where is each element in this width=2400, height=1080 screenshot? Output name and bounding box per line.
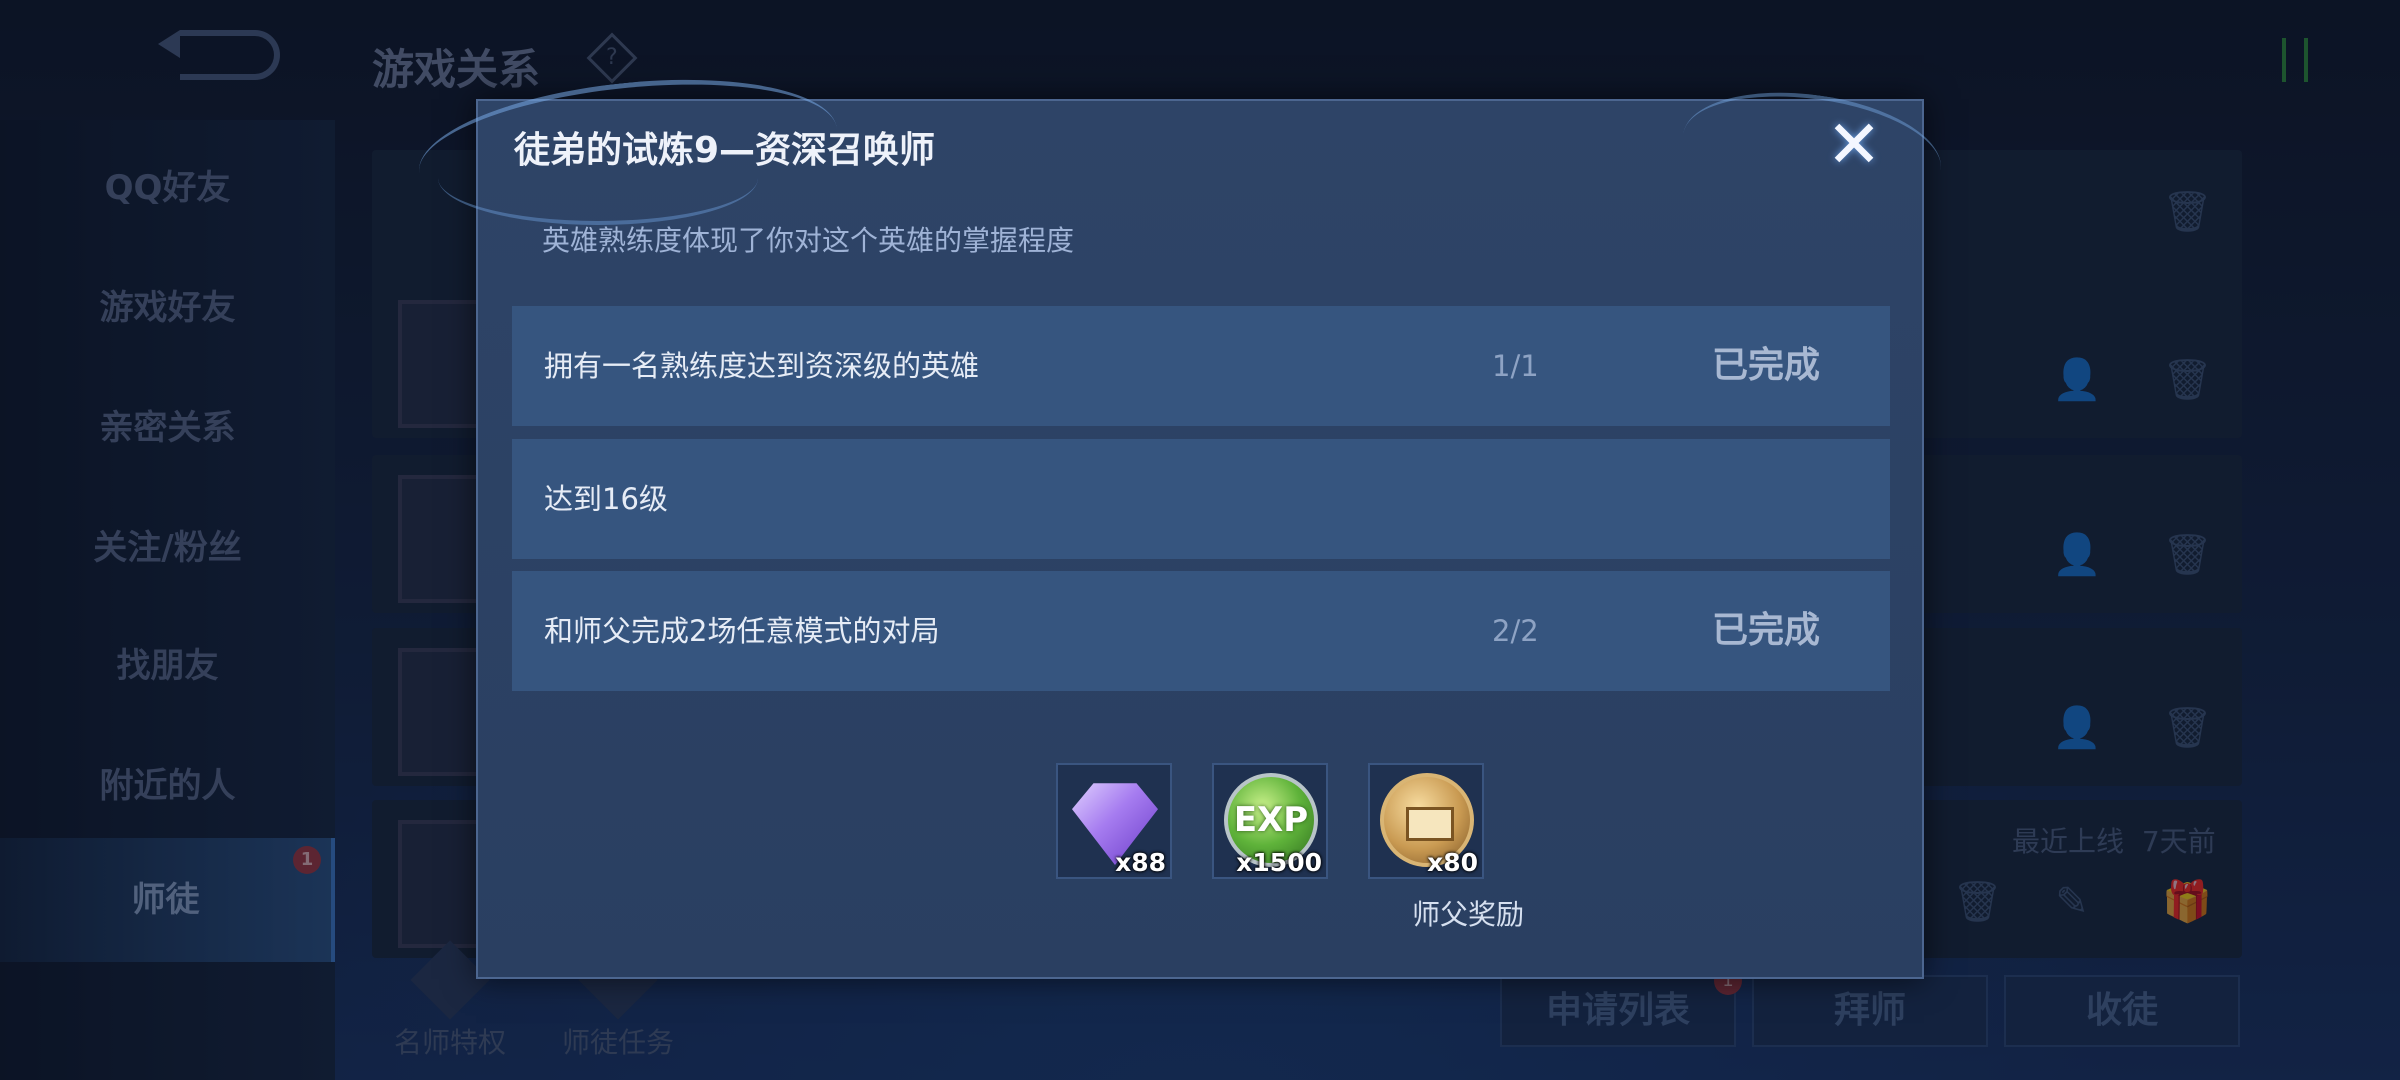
reward-item[interactable]: x80 [1368, 763, 1484, 879]
reward-count: x80 [1427, 848, 1478, 877]
dialog-title: 徒弟的试炼9—资深召唤师 [514, 130, 936, 171]
task-progress: 1/1 [1492, 349, 1539, 383]
task-status: 已完成 [1712, 610, 1821, 651]
task-progress: 2/2 [1492, 614, 1539, 648]
task-row: 达到16级 [512, 439, 1890, 559]
close-icon[interactable]: ✕ [1822, 112, 1886, 178]
task-row: 拥有一名熟练度达到资深级的英雄 1/1 已完成 [512, 306, 1890, 426]
reward-label: 师父奖励 [1411, 898, 1524, 931]
reward-count: x1500 [1236, 848, 1322, 877]
task-status: 已完成 [1712, 345, 1821, 386]
task-text: 达到16级 [544, 482, 668, 516]
trial-dialog: 徒弟的试炼9—资深召唤师 ✕ 英雄熟练度体现了你对这个英雄的掌握程度 拥有一名熟… [412, 61, 1949, 979]
task-text: 和师父完成2场任意模式的对局 [544, 614, 940, 648]
decorative-swirl [1675, 77, 1949, 227]
reward-item[interactable]: EXP x1500 [1212, 763, 1328, 879]
reward-item[interactable]: x88 [1056, 763, 1172, 879]
task-text: 拥有一名熟练度达到资深级的英雄 [544, 349, 980, 383]
dialog-description: 英雄熟练度体现了你对这个英雄的掌握程度 [542, 224, 1075, 257]
reward-count: x88 [1115, 848, 1166, 877]
task-row: 和师父完成2场任意模式的对局 2/2 已完成 [512, 571, 1890, 691]
